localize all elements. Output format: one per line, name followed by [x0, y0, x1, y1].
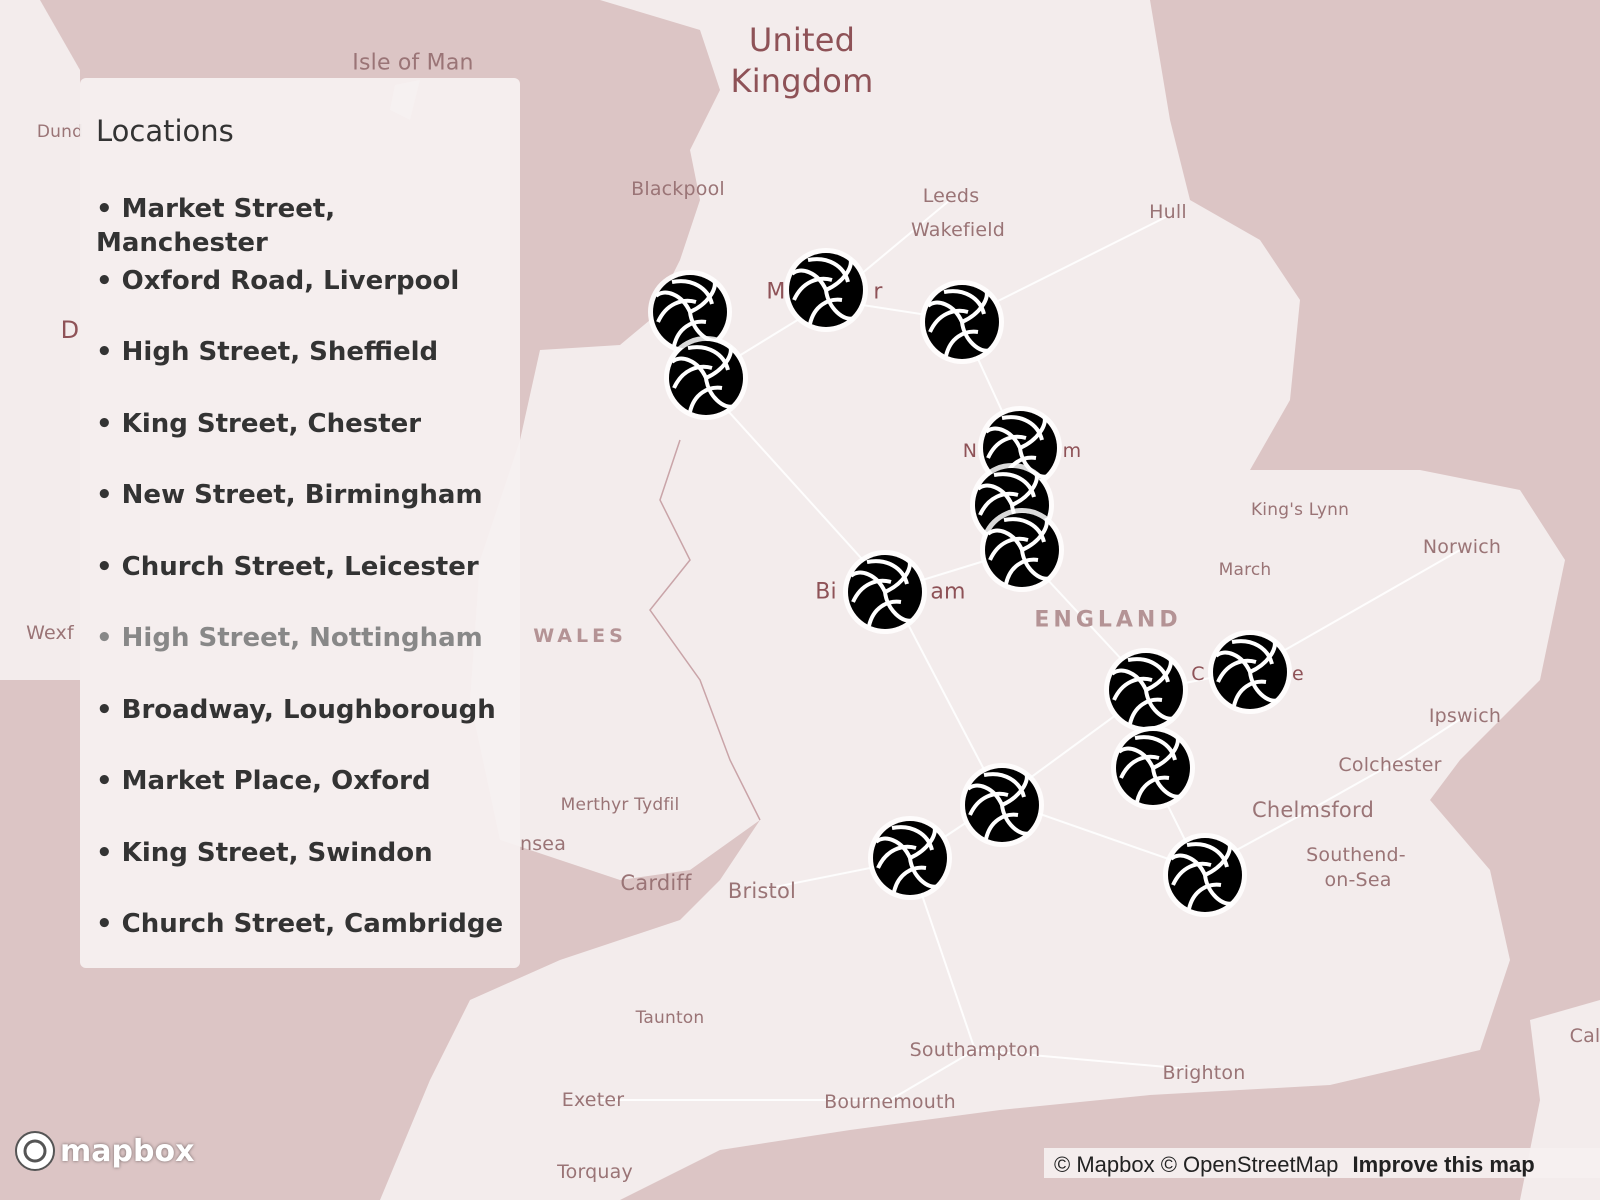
volleyball-icon — [1116, 731, 1190, 805]
label-blackpool: Blackpool — [631, 178, 725, 200]
map-marker[interactable] — [664, 336, 748, 420]
location-item[interactable]: • New Street, Birmingham — [96, 478, 504, 550]
volleyball-icon — [925, 285, 999, 359]
label-manchester: M — [766, 279, 786, 305]
map-marker[interactable] — [920, 280, 1004, 364]
mapbox-logo[interactable]: mapbox — [14, 1130, 194, 1172]
label-norwich: Norwich — [1422, 536, 1502, 558]
location-item[interactable]: • Church Street, Leicester — [96, 550, 504, 622]
label-nottingham: m — [1062, 440, 1082, 462]
location-item[interactable]: • Broadway, Loughborough — [96, 693, 504, 765]
land-great-britain — [380, 0, 1565, 1200]
label-chelmsford: Chelmsford — [1252, 798, 1374, 822]
map-marker[interactable] — [1104, 648, 1188, 732]
location-item[interactable]: • Oxford Road, Liverpool — [96, 264, 504, 336]
attribution-osm[interactable]: © OpenStreetMap — [1161, 1152, 1339, 1177]
volleyball-icon — [669, 341, 743, 415]
improve-map-link[interactable]: Improve this map — [1352, 1152, 1534, 1177]
label-isle-of-man: Isle of Man — [352, 50, 474, 76]
label-merthyr-tydfil: Merthyr Tydfil — [560, 795, 680, 815]
location-item[interactable]: • Market Street, Manchester — [96, 192, 504, 264]
map-marker[interactable] — [1111, 726, 1195, 810]
label-colchester: Colchester — [1338, 754, 1442, 776]
location-item[interactable]: • King Street, Chester — [96, 407, 504, 479]
label-calais: Cal — [1569, 1025, 1600, 1047]
panel-title: Locations — [96, 114, 234, 148]
label-birmingham: am — [930, 579, 966, 605]
locations-list: • Market Street, Manchester • Oxford Roa… — [96, 192, 504, 979]
label-southend: Southend- — [1306, 844, 1406, 866]
label-wales: WALES — [533, 625, 627, 647]
volleyball-icon — [985, 513, 1059, 587]
label-southend: on-Sea — [1324, 869, 1392, 891]
label-wakefield: Wakefield — [910, 219, 1006, 241]
label-cambridge: C — [1191, 663, 1205, 685]
label-brighton: Brighton — [1162, 1062, 1246, 1084]
volleyball-icon — [848, 555, 922, 629]
label-uk: United — [748, 21, 856, 59]
label-wexford: Wexf — [26, 622, 74, 644]
mapbox-logo-text: mapbox — [60, 1133, 195, 1169]
volleyball-icon — [1168, 838, 1242, 912]
label-nottingham: N — [962, 440, 978, 462]
label-dublin: D — [60, 316, 80, 344]
label-swansea: nsea — [519, 833, 567, 855]
map-marker[interactable] — [1163, 833, 1247, 917]
label-manchester: r — [873, 279, 883, 305]
label-leeds: Leeds — [922, 185, 980, 207]
map-marker[interactable] — [960, 763, 1044, 847]
location-item[interactable]: • High Street, Nottingham — [96, 621, 504, 693]
label-uk: Kingdom — [730, 62, 874, 100]
label-cambridge: e — [1292, 663, 1304, 685]
map-marker[interactable] — [980, 508, 1064, 592]
mapbox-logo-icon — [15, 1131, 55, 1171]
label-dundalk: Dund — [36, 122, 84, 142]
label-england: ENGLAND — [1034, 607, 1182, 633]
location-item[interactable]: • King Street, Swindon — [96, 836, 504, 908]
attribution-mapbox[interactable]: © Mapbox — [1054, 1152, 1155, 1177]
volleyball-icon — [1109, 653, 1183, 727]
label-cardiff: Cardiff — [620, 871, 692, 895]
location-item[interactable]: • Church Street, Cambridge — [96, 907, 504, 979]
label-bristol: Bristol — [727, 879, 797, 903]
locations-panel: Locations • Market Street, Manchester • … — [80, 78, 520, 968]
volleyball-icon — [1213, 635, 1287, 709]
attribution-bar: © Mapbox © OpenStreetMap Improve this ma… — [1044, 1148, 1600, 1178]
location-item[interactable]: • High Street, Sheffield — [96, 335, 504, 407]
map-marker[interactable] — [784, 248, 868, 332]
label-march: March — [1218, 560, 1272, 580]
label-southampton: Southampton — [909, 1039, 1041, 1061]
label-bournemouth: Bournemouth — [824, 1091, 956, 1113]
map-marker[interactable] — [843, 550, 927, 634]
label-birmingham: Bi — [815, 579, 837, 605]
map-marker[interactable] — [868, 816, 952, 900]
volleyball-icon — [789, 253, 863, 327]
label-kings-lynn: King's Lynn — [1250, 500, 1350, 520]
label-taunton: Taunton — [635, 1008, 705, 1028]
location-item[interactable]: • Market Place, Oxford — [96, 764, 504, 836]
volleyball-icon — [873, 821, 947, 895]
label-ipswich: Ipswich — [1428, 705, 1502, 727]
label-torquay: Torquay — [557, 1161, 633, 1183]
label-exeter: Exeter — [561, 1089, 625, 1111]
map-marker[interactable] — [1208, 630, 1292, 714]
label-hull: Hull — [1149, 201, 1187, 223]
volleyball-icon — [965, 768, 1039, 842]
